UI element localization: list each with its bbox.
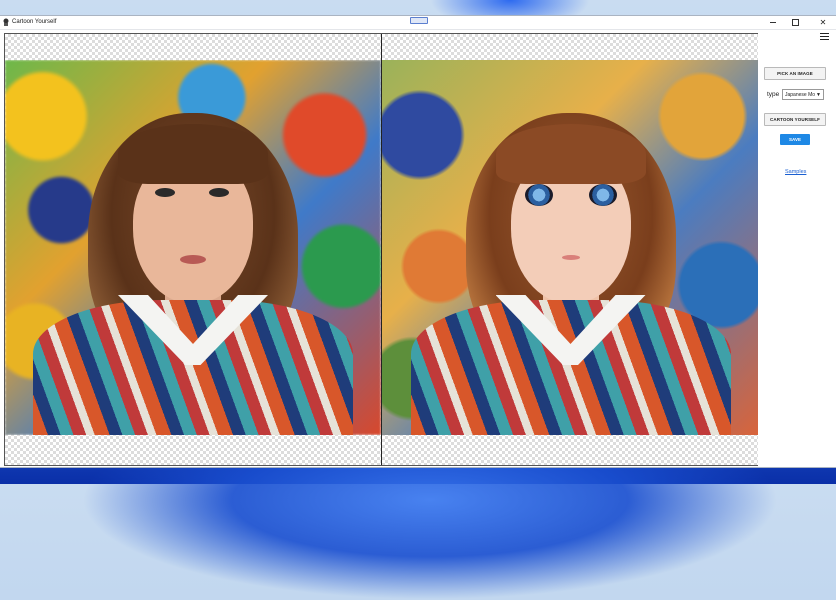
maximize-button[interactable] bbox=[784, 16, 806, 29]
bangs bbox=[118, 123, 268, 184]
maximize-icon bbox=[791, 19, 799, 26]
original-photo bbox=[5, 60, 381, 435]
right-eye bbox=[209, 187, 229, 197]
striped-jacket bbox=[410, 300, 731, 435]
save-button[interactable]: SAVE bbox=[780, 134, 810, 145]
chevron-down-icon: ▼ bbox=[816, 92, 821, 98]
app-icon bbox=[3, 18, 9, 26]
lips bbox=[561, 255, 580, 260]
window-title: Cartoon Yourself bbox=[12, 19, 57, 25]
type-label: type bbox=[767, 91, 780, 98]
image-canvas bbox=[4, 33, 760, 466]
original-image-panel[interactable] bbox=[5, 34, 382, 465]
minimize-button[interactable] bbox=[762, 16, 784, 29]
type-select[interactable]: Japanese Mo ▼ bbox=[782, 89, 824, 100]
cartoon-yourself-button[interactable]: CARTOON YOURSELF bbox=[764, 113, 826, 126]
pick-image-button[interactable]: PICK AN IMAGE bbox=[764, 67, 826, 80]
hamburger-menu-icon[interactable] bbox=[820, 33, 829, 40]
right-anime-eye bbox=[588, 183, 617, 206]
title-bar[interactable]: Cartoon Yourself ✕ bbox=[0, 16, 836, 30]
close-icon: ✕ bbox=[819, 17, 827, 27]
compact-overlay-icon[interactable] bbox=[410, 17, 428, 24]
lips bbox=[180, 255, 206, 264]
minimize-icon bbox=[770, 22, 776, 23]
control-sidebar: PICK AN IMAGE type Japanese Mo ▼ CARTOON… bbox=[758, 30, 836, 467]
type-select-value: Japanese Mo bbox=[785, 92, 816, 98]
app-window: Cartoon Yourself ✕ PICK AN IMAGE type Ja… bbox=[0, 16, 836, 467]
cartoon-image-panel[interactable] bbox=[382, 34, 759, 465]
bangs bbox=[495, 123, 646, 184]
close-button[interactable]: ✕ bbox=[812, 16, 834, 29]
samples-link[interactable]: Samples bbox=[785, 169, 806, 175]
left-eye bbox=[155, 187, 175, 197]
striped-jacket bbox=[33, 300, 353, 435]
cartoon-photo bbox=[382, 60, 759, 435]
left-anime-eye bbox=[524, 183, 553, 206]
